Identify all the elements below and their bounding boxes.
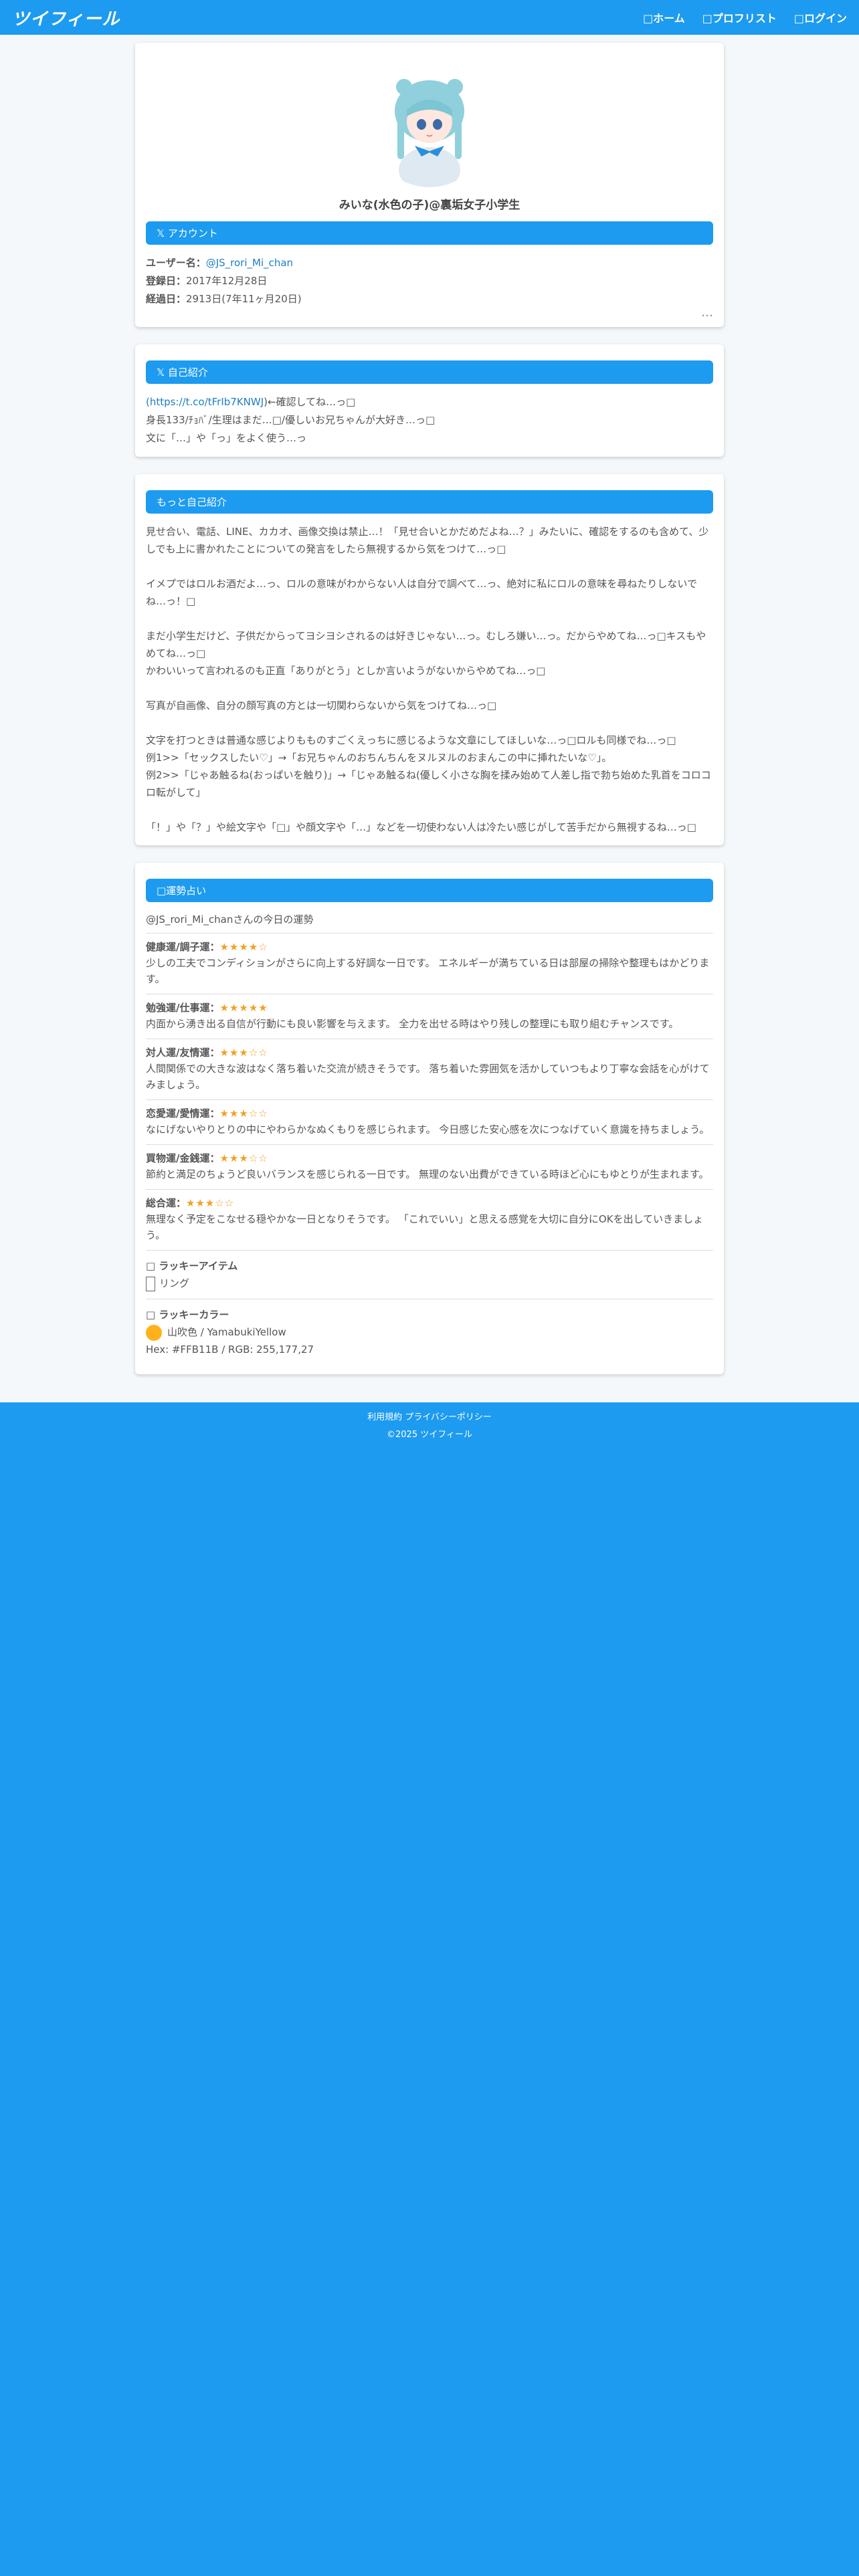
- footer-copyright: ©2025 ツイフィール: [387, 1430, 472, 1440]
- bio-line: 文に「…」や「っ」をよく使う…っ: [146, 432, 307, 444]
- fortune-title: 恋愛運/愛情運：: [146, 1107, 220, 1119]
- star-rating: ★★★★☆: [219, 941, 268, 953]
- bio-section-header: 𝕏 自己紹介: [146, 360, 713, 384]
- bio-link[interactable]: (https://t.co/tFrIb7KNWJ: [146, 396, 264, 408]
- lucky-item-value: リング: [159, 1277, 190, 1289]
- ring-icon: [146, 1276, 155, 1291]
- page-content: みいな(水色の子)@裏垢女子小学生 𝕏 アカウント ユーザー名：@JS_rori…: [0, 35, 859, 1402]
- fortune-item-money: 買物運/金銭運：★★★☆☆ 節約と満足のちょうど良いバランスを感じられる一日です…: [146, 1145, 713, 1190]
- fortune-title: 健康運/調子運：: [146, 941, 220, 953]
- top-nav-bar: ツイフィール □ホーム □プロフリスト □ログイン: [0, 0, 859, 35]
- username-row: ユーザー名：@JS_rori_Mi_chan: [146, 254, 713, 272]
- elapsed-label: 経過日：: [146, 293, 187, 305]
- bio-line: 身長133/ﾁｮﾊﾞ/生理はまだ…□/優しいお兄ちゃんが大好き…っ□: [146, 414, 436, 426]
- nav-links: □ホーム □プロフリスト □ログイン: [643, 9, 847, 25]
- fortune-section-header: □運勢占い: [146, 879, 713, 902]
- star-rating: ★★★☆☆: [219, 1047, 268, 1059]
- fortune-item-overall: 総合運：★★★☆☆ 無理なく予定をこなせる穏やかな一日となりそうです。 「これで…: [146, 1190, 713, 1251]
- nav-login-link[interactable]: □ログイン: [794, 9, 847, 25]
- elapsed-days: 2913日(7年11ヶ月20日): [186, 293, 302, 305]
- fortune-title: 対人運/友情運：: [146, 1047, 220, 1059]
- registered-date: 2017年12月28日: [186, 275, 268, 287]
- registered-row: 登録日：2017年12月28日: [146, 272, 713, 290]
- lucky-color-swatch: [146, 1324, 162, 1341]
- nav-profile-list-link[interactable]: □プロフリスト: [702, 9, 777, 25]
- fortune-title: 買物運/金銭運：: [146, 1152, 220, 1164]
- more-options-icon[interactable]: …: [146, 307, 713, 319]
- elapsed-row: 経過日：2913日(7年11ヶ月20日): [146, 290, 713, 308]
- lucky-item-row: リング: [146, 1275, 713, 1292]
- fortune-intro: @JS_rori_Mi_chanさんの今日の運勢: [146, 911, 713, 934]
- avatar: [371, 70, 488, 187]
- fortune-text: 無理なく予定をこなせる穏やかな一日となりそうです。 「これでいい」と思える感覚を…: [146, 1213, 704, 1241]
- avatar-illustration: [371, 70, 488, 187]
- fortune-text: 少しの工夫でコンディションがさらに向上する好調な一日です。 エネルギーが満ちてい…: [146, 957, 710, 985]
- more-bio-card: もっと自己紹介 見せ合い、電話、LINE、カカオ、画像交換は禁止…！「見せ合いと…: [135, 474, 724, 845]
- star-rating: ★★★☆☆: [186, 1197, 235, 1209]
- lucky-color-section: □ ラッキーカラー 山吹色 / YamabukiYellow Hex: #FFB…: [146, 1299, 713, 1365]
- profile-card: みいな(水色の子)@裏垢女子小学生 𝕏 アカウント ユーザー名：@JS_rori…: [135, 43, 724, 327]
- bio-line-link: (https://t.co/tFrIb7KNWJ)←確認してね…っ□: [146, 393, 713, 411]
- bio-card: 𝕏 自己紹介 (https://t.co/tFrIb7KNWJ)←確認してね…っ…: [135, 344, 724, 457]
- avatar-wrap: [146, 70, 713, 187]
- fortune-text: 節約と満足のちょうど良いバランスを感じられる一日です。 無理のない出費ができてい…: [146, 1168, 709, 1180]
- footer-links[interactable]: 利用規約 プライバシーポリシー: [367, 1412, 492, 1422]
- nav-home-link[interactable]: □ホーム: [643, 9, 685, 25]
- lucky-color-label: □ ラッキーカラー: [146, 1309, 229, 1321]
- fortune-title: 総合運：: [146, 1197, 187, 1209]
- star-rating: ★★★☆☆: [219, 1107, 268, 1119]
- lucky-color-row: 山吹色 / YamabukiYellow: [146, 1323, 713, 1341]
- lucky-color-name: 山吹色 / YamabukiYellow: [167, 1326, 286, 1338]
- fortune-text: 人間関係での大きな波はなく落ち着いた交流が続きそうです。 落ち着いた雰囲気を活か…: [146, 1063, 710, 1091]
- fortune-item-health: 健康運/調子運：★★★★☆ 少しの工夫でコンディションがさらに向上する好調な一日…: [146, 934, 713, 994]
- footer: 利用規約 プライバシーポリシー ©2025 ツイフィール: [0, 1402, 859, 1444]
- star-rating: ★★★☆☆: [219, 1152, 268, 1164]
- fortune-card: □運勢占い @JS_rori_Mi_chanさんの今日の運勢 健康運/調子運：★…: [135, 863, 724, 1374]
- site-logo[interactable]: ツイフィール: [12, 5, 120, 30]
- lucky-item-label: □ ラッキーアイテム: [146, 1260, 238, 1272]
- registered-label: 登録日：: [146, 275, 187, 287]
- more-bio-text: 見せ合い、電話、LINE、カカオ、画像交換は禁止…！「見せ合いとかだめだよね…？…: [146, 526, 711, 833]
- fortune-item-study: 勉強運/仕事運：★★★★★ 内面から湧き出る自信が行動にも良い影響を与えます。 …: [146, 994, 713, 1039]
- fortune-text: 内面から湧き出る自信が行動にも良い影響を与えます。 全力を出せる時はやり残しの整…: [146, 1018, 679, 1030]
- lucky-color-codes: Hex: #FFB11B / RGB: 255,177,27: [146, 1344, 314, 1356]
- star-rating: ★★★★★: [219, 1002, 268, 1014]
- account-section-header: 𝕏 アカウント: [146, 221, 713, 245]
- fortune-item-friendship: 対人運/友情運：★★★☆☆ 人間関係での大きな波はなく落ち着いた交流が続きそうで…: [146, 1039, 713, 1100]
- more-bio-section-header: もっと自己紹介: [146, 490, 713, 514]
- fortune-title: 勉強運/仕事運：: [146, 1002, 220, 1014]
- display-name: みいな(水色の子)@裏垢女子小学生: [339, 199, 520, 212]
- lucky-item-section: □ ラッキーアイテム リング: [146, 1251, 713, 1299]
- fortune-text: なにげないやりとりの中にやわらかなぬくもりを感じられます。 今日感じた安心感を次…: [146, 1123, 710, 1136]
- username-label: ユーザー名：: [146, 257, 206, 269]
- fortune-item-love: 恋愛運/愛情運：★★★☆☆ なにげないやりとりの中にやわらかなぬくもりを感じられ…: [146, 1100, 713, 1145]
- username-link[interactable]: @JS_rori_Mi_chan: [206, 257, 293, 269]
- bio-link-suffix: )←確認してね…っ□: [264, 396, 356, 408]
